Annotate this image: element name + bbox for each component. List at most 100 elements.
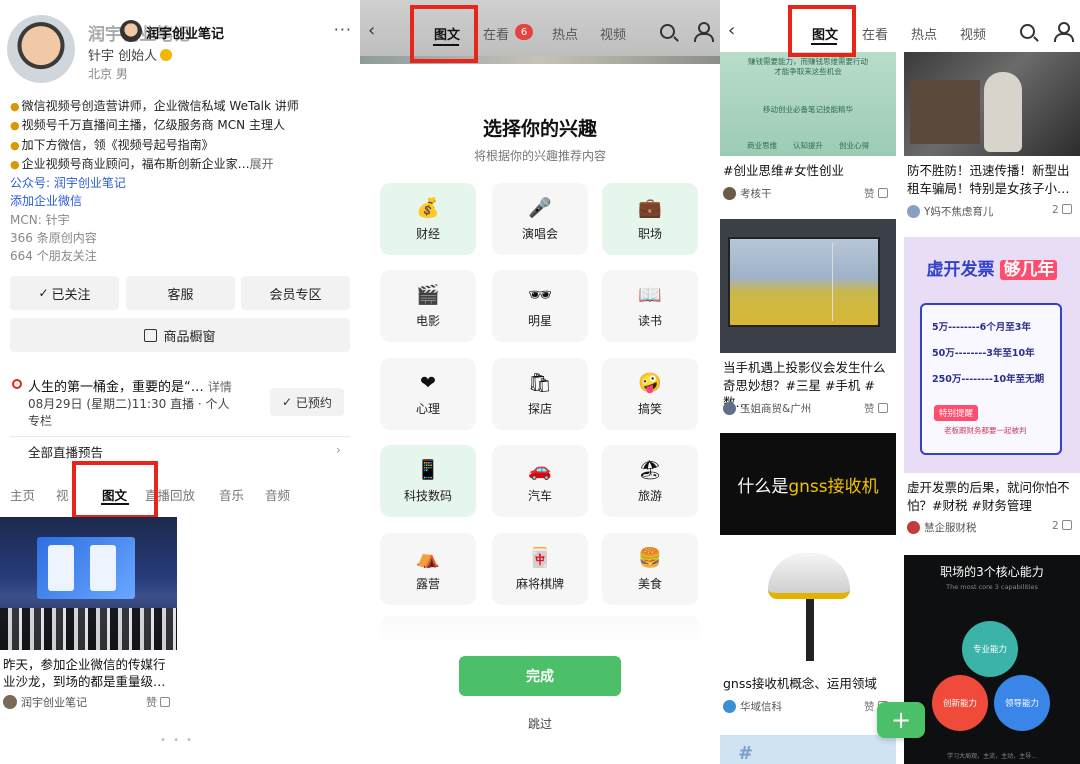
tab-video[interactable]: 视频 [960, 24, 986, 43]
avatar [3, 695, 17, 709]
briefcase-icon: 💼 [638, 196, 662, 219]
interest-card[interactable]: 🤪 搞笑 [602, 358, 698, 430]
member-zone-button[interactable]: 会员专区 [241, 276, 350, 310]
card-author[interactable]: Y妈不焦虑育儿 [907, 204, 993, 219]
tab-watching[interactable]: 在看 [483, 24, 509, 43]
tab-watching[interactable]: 在看 [862, 24, 888, 43]
customer-service-button[interactable]: 客服 [126, 276, 235, 310]
card-title[interactable]: 防不胜防！迅速传播！新型出租车骗局！特别是女孩子小… [907, 162, 1077, 197]
done-button[interactable]: 完成 [459, 656, 621, 696]
interest-card[interactable]: 📖 读书 [602, 270, 698, 342]
thumbs-up-icon [1061, 204, 1072, 214]
car-icon: 🚗 [528, 458, 552, 481]
tab-video[interactable]: 视 [56, 485, 69, 504]
thumb-text: 移动创业必备笔记技能精华 [763, 105, 853, 114]
avatar [907, 521, 920, 534]
like-button[interactable]: 赞 [864, 186, 888, 201]
thumb-text: 5万--------6个月至3年 [932, 322, 1031, 333]
highlight-box [788, 5, 856, 57]
user-icon[interactable] [1054, 22, 1074, 42]
card-thumbnail[interactable] [904, 52, 1080, 156]
card-thumbnail[interactable]: 赚钱需要能力，而赚钱思维需要行动 才能争取来这些机会 移动创业必备笔记技能精华 … [720, 52, 896, 156]
interest-card[interactable]: 💰 财经 [380, 183, 476, 255]
post-author[interactable]: 润宇创业笔记 [3, 694, 87, 710]
official-account-link[interactable]: 公众号: 润宇创业笔记 [10, 174, 355, 192]
card-thumbnail[interactable]: 虚开发票 够几年 5万--------6个月至3年 50万--------3年至… [904, 237, 1080, 473]
interest-label: 美食 [637, 576, 662, 591]
more-icon[interactable]: ··· [334, 20, 352, 39]
friends-count[interactable]: 664 个朋友关注 [10, 247, 355, 265]
user-icon[interactable] [694, 22, 714, 42]
beach-icon: 🏖 [637, 458, 663, 481]
card-title[interactable]: 虚开发票的后果，就问你怕不怕？#财税 #财务管理 [907, 479, 1077, 514]
search-icon[interactable] [660, 24, 675, 39]
followed-button[interactable]: ✓ 已关注 [10, 276, 119, 310]
card-author[interactable]: 玉姐商贸&广州 [723, 401, 811, 416]
interest-card[interactable]: 🎬 电影 [380, 270, 476, 342]
interest-card[interactable]: 🚗 汽车 [492, 445, 588, 517]
back-icon[interactable]: ‹ [368, 20, 375, 41]
tab-audio[interactable]: 音频 [265, 485, 290, 504]
like-button[interactable]: 赞 [146, 694, 170, 710]
interest-label: 财经 [415, 226, 440, 241]
interest-sheet: 选择你的兴趣 将根据你的兴趣推荐内容 💰 财经 🎤 演唱会 💼 职场 🎬 电影 🕶 明星 📖 读书 ❤ 心… [360, 64, 720, 764]
like-button[interactable]: 赞 [864, 401, 888, 416]
thumb-text: # [738, 743, 754, 764]
card-thumbnail[interactable] [720, 219, 896, 353]
interest-card[interactable]: 💼 职场 [602, 183, 698, 255]
tab-music[interactable]: 音乐 [219, 485, 244, 504]
interest-card[interactable]: ⛺ 露营 [380, 533, 476, 605]
interest-card[interactable]: 🍔 美食 [602, 533, 698, 605]
interest-card[interactable]: 📱 科技数码 [380, 445, 476, 517]
post-thumbnail[interactable] [0, 517, 177, 650]
card-author[interactable]: 慧企服财税 [907, 520, 977, 535]
interest-label: 搞笑 [637, 401, 662, 416]
live-detail-link[interactable]: 详情 [208, 380, 232, 394]
like-button[interactable]: 2 [1052, 520, 1072, 532]
card-title[interactable]: gnss接收机概念、运用领域 [723, 675, 895, 693]
card-author[interactable]: 华域信科 [723, 699, 782, 714]
tab-hot[interactable]: 热点 [552, 24, 578, 43]
back-icon[interactable]: ‹ [728, 20, 735, 41]
create-post-button[interactable]: + [877, 702, 925, 738]
divider [10, 436, 350, 437]
interest-card[interactable]: ❤ 心理 [380, 358, 476, 430]
person-figure [984, 72, 1022, 152]
skip-link[interactable]: 跳过 [360, 715, 720, 732]
card-thumbnail[interactable]: # [720, 735, 896, 764]
interest-label: 职场 [637, 226, 662, 241]
profile-avatar[interactable] [7, 15, 75, 83]
notification-badge: 6 [515, 24, 533, 40]
interest-label: 汽车 [527, 488, 552, 503]
interest-card[interactable]: 🀄 麻将棋牌 [492, 533, 588, 605]
reserved-button[interactable]: ✓ 已预约 [270, 388, 344, 416]
bio-expand-link[interactable]: 展开 [250, 157, 274, 171]
like-button[interactable]: 2 [1052, 204, 1072, 216]
shop-window-button[interactable]: 商品橱窗 [10, 318, 350, 352]
interest-label: 旅游 [637, 488, 662, 503]
card-thumbnail[interactable]: 职场的3个核心能力 The most core 3 capabilities 专… [904, 555, 1080, 764]
card-author[interactable]: 考核干 [723, 186, 772, 201]
add-wecom-link[interactable]: 添加企业微信 [10, 192, 355, 210]
thumb-text: 老板跟财务都要一起被判 [944, 426, 1027, 435]
avatar [723, 402, 736, 415]
profile-location: 北京 男 [88, 67, 128, 81]
all-live-previews-link[interactable]: 全部直播预告 [28, 442, 103, 461]
post-title[interactable]: 昨天，参加企业微信的传媒行业沙龙，到场的都是重量级… [3, 656, 175, 690]
interest-card[interactable]: 🕶 明星 [492, 270, 588, 342]
thumb-title: 职场的3个核心能力 [940, 565, 1044, 579]
tab-home[interactable]: 主页 [10, 485, 35, 504]
tab-hot[interactable]: 热点 [911, 24, 937, 43]
search-icon[interactable] [1020, 24, 1035, 39]
tab-video[interactable]: 视频 [600, 24, 626, 43]
card-thumbnail[interactable]: 什么是 gnss接收机 [720, 433, 896, 667]
live-icon [12, 379, 22, 389]
card-title[interactable]: #创业思维#女性创业 [723, 162, 895, 180]
interest-card[interactable]: 🏖 旅游 [602, 445, 698, 517]
interest-card[interactable]: 🎤 演唱会 [492, 183, 588, 255]
ability-circle: 领导能力 [994, 675, 1050, 731]
interest-label: 探店 [527, 401, 552, 416]
interest-label: 演唱会 [521, 226, 558, 241]
interest-card[interactable]: 🛍 探店 [492, 358, 588, 430]
shop-icon [144, 328, 158, 342]
